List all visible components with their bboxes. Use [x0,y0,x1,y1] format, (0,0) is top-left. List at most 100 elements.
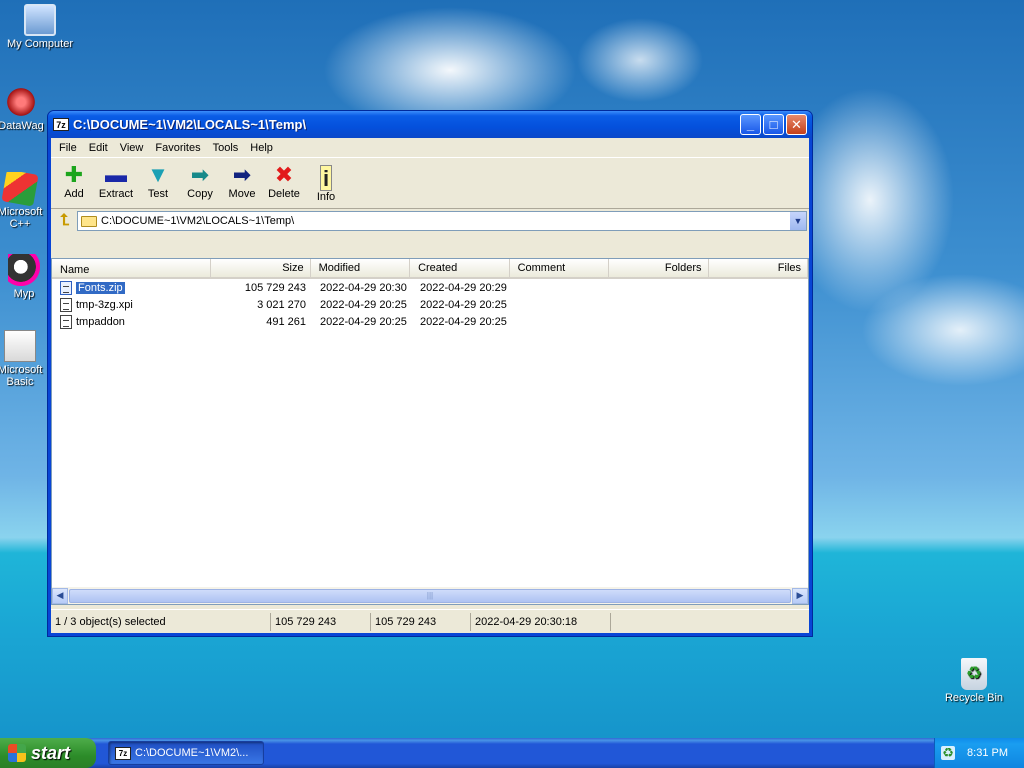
scroll-track[interactable]: ||| [69,588,791,603]
desktop-icon-my-computer[interactable]: My Computer [0,4,80,50]
move-label: Move [228,188,256,200]
test-icon: ▼ [147,162,169,187]
system-tray: ♻ 8:31 PM [934,738,1024,768]
column-folders[interactable]: Folders [609,259,709,277]
row-created: 2022-04-29 20:25 [420,298,507,311]
copy-button[interactable]: ➡ Copy [179,158,221,208]
desktop-icon-label: Recycle Bin [944,692,1004,704]
row-created: 2022-04-29 20:25 [420,315,507,328]
desktop-icon-msvc[interactable]: Microsoft C++ [0,172,48,230]
extract-button[interactable]: ▬ Extract [95,158,137,208]
menu-view[interactable]: View [114,142,150,154]
scroll-left-icon[interactable]: ◀ [52,587,68,604]
row-modified: 2022-04-29 20:25 [320,298,407,311]
info-label: Info [316,191,336,203]
move-button[interactable]: ➡ Move [221,158,263,208]
column-files[interactable]: Files [709,259,808,277]
row-created: 2022-04-29 20:29 [420,281,507,294]
file-name: tmp-3zg.xpi [76,298,133,311]
zip-file-icon [60,280,72,295]
taskbar-item-7zip[interactable]: 7z C:\DOCUME~1\VM2\... [108,741,264,765]
menu-help[interactable]: Help [244,142,279,154]
desktop-icon-recycle-bin[interactable]: ♻ Recycle Bin [934,658,1014,704]
table-row[interactable]: Fonts.zip 105 729 243 2022-04-29 20:30 2… [52,279,808,296]
add-label: Add [64,188,84,200]
desktop-icon-label: Microsoft Basic [0,364,43,388]
desktop-icon-paint[interactable]: Myp [0,254,48,300]
status-selection: 1 / 3 object(s) selected [51,612,271,631]
info-button[interactable]: i Info [305,158,347,208]
row-name: tmpaddon [52,314,212,329]
menu-file[interactable]: File [53,142,83,154]
menu-tools[interactable]: Tools [207,142,245,154]
table-row[interactable]: tmpaddon 491 261 2022-04-29 20:25 2022-0… [52,313,808,330]
test-button[interactable]: ▼ Test [137,158,179,208]
desktop-icon-vb[interactable]: Microsoft Basic [0,330,48,388]
window-title: C:\DOCUME~1\VM2\LOCALS~1\Temp\ [73,117,307,132]
desktop-icon-label: Microsoft C++ [0,206,43,230]
taskbar-item-label: C:\DOCUME~1\VM2\... [135,747,249,759]
row-modified: 2022-04-29 20:25 [320,315,407,328]
app-icon: 7z [115,746,131,760]
file-list[interactable]: Name Size Modified Created Comment Folde… [51,258,809,605]
desktop-icon-label: My Computer [6,38,74,50]
computer-icon [24,4,56,36]
info-icon: i [320,165,332,191]
move-icon: ➡ [232,162,252,187]
folder-icon [81,215,97,227]
app-icon: 7z [53,118,69,131]
table-row[interactable]: tmp-3zg.xpi 3 021 270 2022-04-29 20:25 2… [52,296,808,313]
scroll-right-icon[interactable]: ▶ [792,587,808,604]
minimize-button[interactable]: _ [740,114,761,135]
msvc-icon [1,172,39,207]
close-button[interactable]: ✕ [786,114,807,135]
status-modified: 2022-04-29 20:30:18 [471,612,611,631]
menu-bar: File Edit View Favorites Tools Help [51,138,809,157]
desktop-icon-datawag[interactable]: DataWag [0,86,48,132]
column-comment[interactable]: Comment [510,259,610,277]
recycle-bin-icon: ♻ [961,658,987,690]
add-button[interactable]: ✚ Add [53,158,95,208]
paint-app-icon [8,254,40,286]
address-combobox[interactable]: C:\DOCUME~1\VM2\LOCALS~1\Temp\ ▼ [77,211,807,231]
copy-label: Copy [187,188,213,200]
title-bar[interactable]: 7z C:\DOCUME~1\VM2\LOCALS~1\Temp\ _ □ ✕ [48,111,812,138]
maximize-button[interactable]: □ [763,114,784,135]
clock[interactable]: 8:31 PM [967,747,1008,759]
column-name[interactable]: Name [52,259,212,277]
address-input[interactable]: C:\DOCUME~1\VM2\LOCALS~1\Temp\ [101,215,789,227]
up-folder-icon[interactable]: ⮤ [53,211,77,231]
desktop-icon-label: DataWag [0,120,44,132]
scroll-thumb[interactable]: ||| [69,588,791,603]
row-size: 105 729 243 [244,281,306,294]
status-size: 105 729 243 [271,612,371,631]
chevron-down-icon[interactable]: ▼ [789,212,806,230]
menu-edit[interactable]: Edit [83,142,114,154]
list-header: Name Size Modified Created Comment Folde… [52,259,808,279]
row-name: tmp-3zg.xpi [52,297,212,312]
column-size[interactable]: Size [211,259,311,277]
status-packed: 105 729 243 [371,612,471,631]
file-icon [60,297,72,312]
column-created[interactable]: Created [410,259,510,277]
delete-icon: ✖ [274,162,294,187]
extract-label: Extract [98,188,134,200]
delete-label: Delete [268,188,300,200]
address-row: ⮤ C:\DOCUME~1\VM2\LOCALS~1\Temp\ ▼ [51,209,809,233]
window-client: File Edit View Favorites Tools Help ✚ Ad… [51,138,809,633]
start-label: start [31,742,71,763]
row-name: Fonts.zip [52,280,212,295]
add-icon: ✚ [64,162,84,187]
network-tray-icon[interactable]: ♻ [941,746,956,760]
copy-icon: ➡ [190,162,210,187]
column-modified[interactable]: Modified [311,259,411,277]
file-name: Fonts.zip [76,281,125,294]
horizontal-scrollbar[interactable]: ◀ ||| ▶ [52,587,808,604]
row-size: 491 261 [266,315,306,328]
delete-button[interactable]: ✖ Delete [263,158,305,208]
start-button[interactable]: start [0,738,96,768]
toolbar: ✚ Add ▬ Extract ▼ Test ➡ Copy ➡ Move ✖ D… [51,157,809,209]
data-app-icon [5,86,37,118]
extract-icon: ▬ [105,162,127,187]
menu-favorites[interactable]: Favorites [149,142,206,154]
